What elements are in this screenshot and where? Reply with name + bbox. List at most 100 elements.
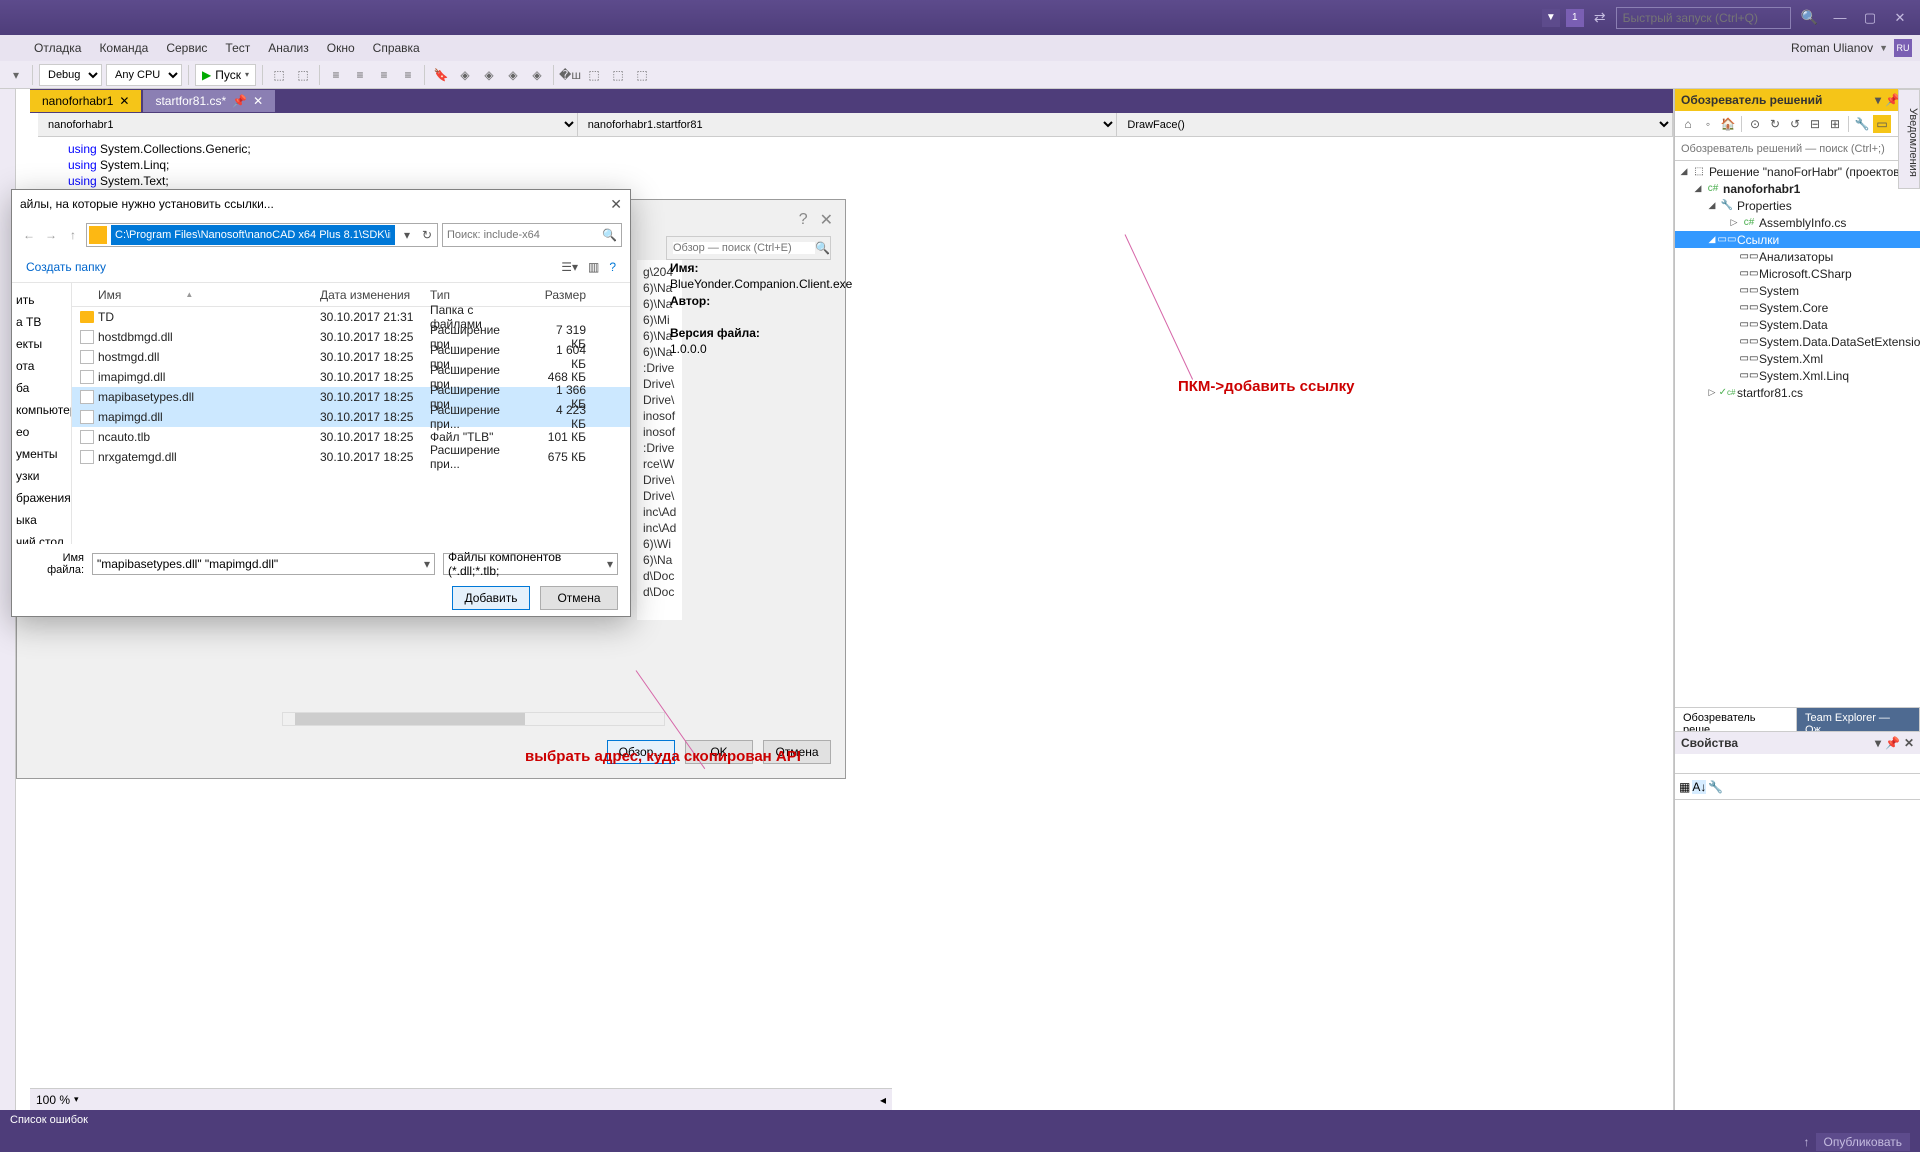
notifications-vertical-tab[interactable]: Уведомления bbox=[1898, 89, 1920, 189]
tool-icon-4[interactable]: ≡ bbox=[350, 65, 370, 85]
props-sort-icon[interactable]: A↓ bbox=[1692, 780, 1706, 794]
cancel-button[interactable]: Отмена bbox=[540, 586, 618, 610]
dropdown-icon[interactable]: ▾ bbox=[1875, 736, 1881, 750]
tree-reference-item[interactable]: ▭▭Анализаторы bbox=[1675, 248, 1920, 265]
search-icon[interactable]: 🔍 bbox=[1797, 9, 1822, 26]
user-badge[interactable]: RU bbox=[1894, 39, 1912, 57]
user-name[interactable]: Roman Ulianov bbox=[1791, 41, 1873, 55]
nav-up-icon[interactable]: ↑ bbox=[64, 226, 82, 244]
nav-back-icon[interactable]: ← bbox=[20, 226, 38, 244]
tool-icon-11[interactable]: ◈ bbox=[527, 65, 547, 85]
file-search-input[interactable] bbox=[447, 229, 602, 241]
zoom-level[interactable]: 100 % bbox=[36, 1093, 70, 1107]
menu-test[interactable]: Тест bbox=[217, 37, 258, 59]
se-sync-icon[interactable]: ↻ bbox=[1766, 115, 1784, 133]
props-wrench-icon[interactable]: 🔧 bbox=[1708, 780, 1723, 794]
file-row[interactable]: ncauto.tlb 30.10.2017 18:25Файл "TLB"101… bbox=[72, 427, 630, 447]
tree-reference-item[interactable]: ▭▭Microsoft.CSharp bbox=[1675, 265, 1920, 282]
tool-icon-3[interactable]: ≡ bbox=[326, 65, 346, 85]
tool-icon-5[interactable]: ≡ bbox=[374, 65, 394, 85]
nav-method-select[interactable]: DrawFace() bbox=[1117, 113, 1673, 136]
platform-select[interactable]: Any CPU bbox=[106, 64, 182, 86]
dialog-close-icon[interactable]: ✕ bbox=[610, 196, 622, 213]
search-icon[interactable]: 🔍 bbox=[602, 228, 617, 242]
view-list-icon[interactable]: ☰▾ bbox=[561, 260, 578, 274]
se-properties-icon[interactable]: 🔧 bbox=[1853, 115, 1871, 133]
tab-solution-explorer[interactable]: Обозреватель реше... bbox=[1675, 707, 1797, 731]
pin-icon[interactable]: 📌 bbox=[1885, 736, 1900, 750]
tab-startfor81[interactable]: startfor81.cs* 📌 ✕ bbox=[143, 90, 275, 112]
tool-icon-2[interactable]: ⬚ bbox=[293, 65, 313, 85]
nav-class-select[interactable]: nanoforhabr1.startfor81 bbox=[578, 113, 1118, 136]
file-row[interactable]: hostmgd.dll 30.10.2017 18:25Расширение п… bbox=[72, 347, 630, 367]
minimize-button[interactable]: — bbox=[1828, 6, 1852, 30]
tab-team-explorer[interactable]: Team Explorer — Ож... bbox=[1797, 707, 1920, 731]
tool-icon-1[interactable]: ⬚ bbox=[269, 65, 289, 85]
se-home-icon[interactable]: 🏠 bbox=[1719, 115, 1737, 133]
pin-icon[interactable]: 📌 bbox=[232, 94, 247, 108]
se-refresh-icon[interactable]: ↺ bbox=[1786, 115, 1804, 133]
tab-nanoforhabr1[interactable]: nanoforhabr1 ✕ bbox=[30, 90, 141, 112]
solution-search-input[interactable] bbox=[1675, 137, 1920, 160]
help-icon[interactable]: ? bbox=[799, 211, 808, 229]
error-list-panel[interactable]: Список ошибок bbox=[0, 1110, 1920, 1132]
menu-team[interactable]: Команда bbox=[91, 37, 156, 59]
new-folder-link[interactable]: Создать папку bbox=[26, 260, 106, 274]
code-editor[interactable]: using System.Collections.Generic; using … bbox=[38, 137, 1673, 193]
tab-close-icon-2[interactable]: ✕ bbox=[253, 94, 263, 108]
quick-launch-input[interactable] bbox=[1616, 7, 1791, 29]
tool-icon-15[interactable]: ⬚ bbox=[632, 65, 652, 85]
file-row[interactable]: mapimgd.dll 30.10.2017 18:25Расширение п… bbox=[72, 407, 630, 427]
tree-startfor81[interactable]: ▷✓c#startfor81.cs bbox=[1675, 384, 1920, 401]
tree-project[interactable]: ◢c#nanoforhabr1 bbox=[1675, 180, 1920, 197]
se-home-icon[interactable]: ⌂ bbox=[1679, 115, 1697, 133]
filetype-filter[interactable]: Файлы компонентов (*.dll;*.tlb;▾ bbox=[443, 553, 618, 575]
tool-icon-6[interactable]: ≡ bbox=[398, 65, 418, 85]
nav-tree[interactable]: ить а ТВ екты ота ба компьютер ео ументы… bbox=[12, 283, 72, 544]
file-row[interactable]: nrxgatemgd.dll 30.10.2017 18:25Расширени… bbox=[72, 447, 630, 467]
se-back-icon[interactable]: ◦ bbox=[1699, 115, 1717, 133]
menu-analyze[interactable]: Анализ bbox=[260, 37, 317, 59]
refmgr-scrollbar[interactable] bbox=[282, 712, 665, 726]
view-details-icon[interactable]: ▥ bbox=[588, 260, 599, 274]
tree-reference-item[interactable]: ▭▭System.Xml.Linq bbox=[1675, 367, 1920, 384]
se-collapse-icon[interactable]: ⊟ bbox=[1806, 115, 1824, 133]
refmgr-search-input[interactable] bbox=[673, 242, 815, 254]
search-icon[interactable]: 🔍 bbox=[815, 241, 830, 255]
tree-references[interactable]: ◢▭▭Ссылки bbox=[1675, 231, 1920, 248]
run-button[interactable]: ▶ Пуск ▾ bbox=[195, 64, 256, 86]
tool-icon-7[interactable]: 🔖 bbox=[431, 65, 451, 85]
notifications-flag-icon[interactable]: ▼ bbox=[1542, 9, 1560, 27]
toolbar-back-icon[interactable]: ▾ bbox=[6, 65, 26, 85]
col-header-size[interactable]: Размер bbox=[534, 288, 594, 302]
se-showfiles-icon[interactable]: ⊞ bbox=[1826, 115, 1844, 133]
col-header-date[interactable]: Дата изменения bbox=[312, 288, 422, 302]
tree-reference-item[interactable]: ▭▭System.Data.DataSetExtensions bbox=[1675, 333, 1920, 350]
menu-help[interactable]: Справка bbox=[365, 37, 428, 59]
tree-reference-item[interactable]: ▭▭System.Data bbox=[1675, 316, 1920, 333]
tool-icon-8[interactable]: ◈ bbox=[455, 65, 475, 85]
close-button[interactable]: ✕ bbox=[1888, 6, 1912, 30]
col-header-type[interactable]: Тип bbox=[422, 288, 534, 302]
feedback-icon[interactable]: ⇄ bbox=[1590, 9, 1610, 26]
scroll-arrow-left[interactable]: ◂ bbox=[880, 1093, 886, 1107]
dropdown-icon[interactable]: ▾ bbox=[1875, 93, 1881, 107]
publish-button[interactable]: Опубликовать bbox=[1816, 1133, 1910, 1151]
tree-properties[interactable]: ◢🔧Properties bbox=[1675, 197, 1920, 214]
tool-icon-12[interactable]: �ш bbox=[560, 65, 580, 85]
tree-solution[interactable]: ◢⬚Решение "nanoForHabr" (проектов: 1) bbox=[1675, 163, 1920, 180]
tool-icon-13[interactable]: ⬚ bbox=[584, 65, 604, 85]
se-preview-icon[interactable]: ▭ bbox=[1873, 115, 1891, 133]
tree-reference-item[interactable]: ▭▭System.Core bbox=[1675, 299, 1920, 316]
tab-close-icon[interactable]: ✕ bbox=[119, 94, 129, 108]
config-select[interactable]: Debug bbox=[39, 64, 102, 86]
filename-input[interactable]: "mapibasetypes.dll" "mapimgd.dll"▾ bbox=[92, 553, 435, 575]
tree-assemblyinfo[interactable]: ▷c#AssemblyInfo.cs bbox=[1675, 214, 1920, 231]
props-cat-icon[interactable]: ▦ bbox=[1679, 780, 1690, 794]
menu-window[interactable]: Окно bbox=[319, 37, 363, 59]
tool-icon-14[interactable]: ⬚ bbox=[608, 65, 628, 85]
add-button[interactable]: Добавить bbox=[452, 586, 530, 610]
tool-icon-10[interactable]: ◈ bbox=[503, 65, 523, 85]
path-refresh-icon[interactable]: ↻ bbox=[417, 228, 437, 242]
se-scope-icon[interactable]: ⊙ bbox=[1746, 115, 1764, 133]
